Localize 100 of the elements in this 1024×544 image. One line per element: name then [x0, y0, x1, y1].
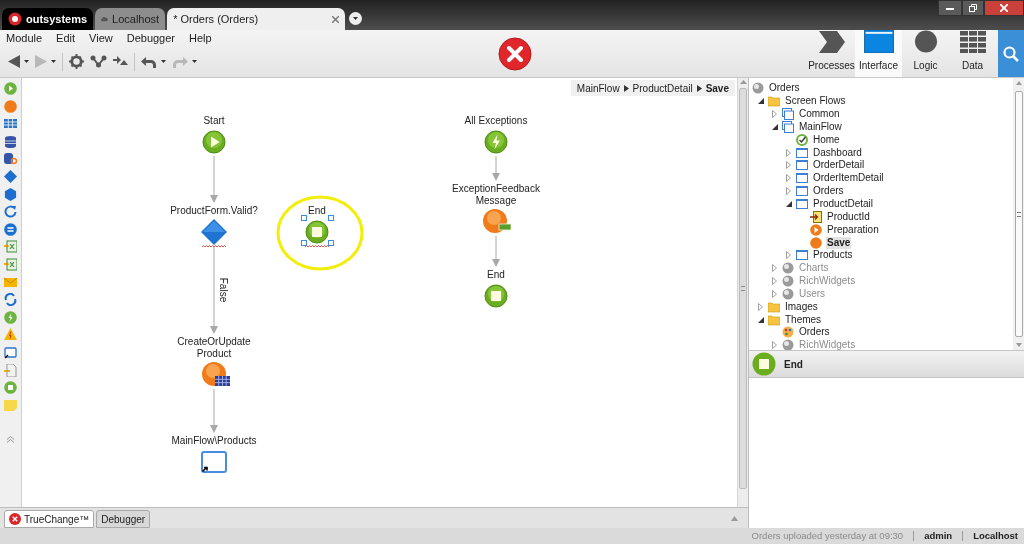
restore-button[interactable]: [962, 0, 984, 16]
collapsed-triangle-icon[interactable]: [758, 302, 763, 311]
window-icon: [796, 172, 808, 185]
window-tab[interactable]: * Orders (Orders): [167, 8, 346, 30]
message-node-icon[interactable]: [483, 209, 515, 235]
window-tab[interactable]: Localhost: [95, 8, 166, 30]
tree-item[interactable]: Orders: [812, 185, 845, 198]
scroll-up-icon[interactable]: [739, 80, 747, 84]
scroll-up-icon[interactable]: [1015, 81, 1022, 85]
breadcrumb-item[interactable]: MainFlow: [576, 80, 620, 96]
tree-item[interactable]: OrderDetail: [812, 159, 866, 172]
hexagon-icon[interactable]: [4, 187, 17, 201]
loop-arrow-icon[interactable]: [4, 205, 17, 219]
screen-destination-icon[interactable]: [201, 451, 227, 473]
envelope-icon[interactable]: [4, 275, 17, 289]
lightning-circle-icon[interactable]: [4, 310, 17, 324]
connector-arrow: [492, 155, 500, 181]
tree-item[interactable]: Dashboard: [812, 146, 863, 159]
tree-item[interactable]: Common: [798, 108, 841, 121]
collapsed-triangle-icon[interactable]: [786, 148, 791, 157]
end-node-icon[interactable]: [484, 284, 508, 308]
window-tab[interactable]: outsystems: [2, 8, 94, 30]
toolbar-button[interactable]: [69, 54, 84, 69]
window-icon: [796, 198, 808, 210]
connector-arrow: [492, 235, 500, 267]
tree-item[interactable]: Orders: [768, 82, 801, 95]
end-node-icon: [752, 352, 776, 376]
stop-circle-icon[interactable]: [4, 381, 17, 395]
layer-tab[interactable]: Processes: [808, 30, 855, 77]
tree-item[interactable]: Themes: [784, 313, 823, 326]
menu-item[interactable]: Help: [189, 29, 212, 47]
toolbar-button[interactable]: [113, 56, 128, 67]
breadcrumb-item[interactable]: Save: [705, 80, 729, 96]
tree-item[interactable]: Orders: [798, 326, 831, 339]
play-circle-icon[interactable]: [4, 82, 17, 95]
warning-icon[interactable]: [4, 328, 17, 342]
error-icon: [9, 513, 21, 525]
action-node-icon[interactable]: [4, 99, 17, 113]
tree-item[interactable]: Screen Flows: [784, 95, 847, 108]
tree-item[interactable]: Products: [812, 249, 854, 262]
table-grid-icon[interactable]: [4, 117, 17, 131]
layer-tab[interactable]: Data: [949, 30, 996, 77]
back-arrow-icon: [8, 55, 20, 68]
toolbar-button[interactable]: [90, 55, 107, 68]
tree-item[interactable]: MainFlow: [798, 120, 843, 133]
status-text: Orders uploaded yesterday at 09:30: [751, 528, 904, 543]
tree-item[interactable]: ProductId: [826, 210, 871, 223]
forward-arrow-icon: [35, 55, 47, 68]
error-icon[interactable]: [498, 36, 532, 71]
exception-node-icon[interactable]: [484, 130, 508, 154]
collapsed-triangle-icon[interactable]: [786, 174, 791, 183]
layer-tab[interactable]: Interface: [855, 30, 902, 77]
menu-item[interactable]: Module: [6, 29, 43, 47]
tree-item[interactable]: Home: [812, 133, 841, 146]
menu-item[interactable]: Edit: [56, 29, 76, 47]
expanded-triangle-icon[interactable]: [758, 98, 764, 105]
breadcrumb-item[interactable]: ProductDetail: [632, 80, 693, 96]
stacked-windows-icon: [782, 108, 794, 121]
end-node-icon[interactable]: [305, 220, 329, 244]
expanded-triangle-icon[interactable]: [772, 123, 778, 130]
close-window-button[interactable]: [984, 0, 1024, 16]
toolbar-button[interactable]: [8, 55, 29, 68]
database-icon[interactable]: [4, 134, 17, 148]
dropdown-circle-icon[interactable]: [349, 12, 363, 25]
tree-item[interactable]: OrderItemDetail: [812, 172, 885, 185]
scroll-down-icon[interactable]: [1015, 343, 1022, 347]
tree-item[interactable]: Images: [784, 300, 819, 313]
collapsed-triangle-icon[interactable]: [772, 110, 777, 119]
tree-item[interactable]: Preparation: [826, 223, 880, 236]
menu-item[interactable]: Debugger: [126, 29, 176, 47]
toolbar-button[interactable]: [141, 55, 166, 68]
diamond-icon[interactable]: [4, 169, 17, 183]
panel-tab[interactable]: Debugger: [96, 510, 151, 528]
collapsed-triangle-icon[interactable]: [786, 187, 791, 196]
search-button[interactable]: [998, 30, 1024, 77]
sync-arrows-icon[interactable]: [4, 293, 17, 307]
server-action-node-icon[interactable]: [202, 362, 232, 388]
menu-item[interactable]: View: [89, 29, 113, 47]
tree-item[interactable]: Save: [826, 236, 852, 249]
screen-link-icon[interactable]: [4, 345, 17, 359]
spreadsheet-icon[interactable]: [4, 257, 17, 271]
expanded-triangle-icon[interactable]: [786, 201, 792, 207]
collapsed-triangle-icon[interactable]: [786, 161, 791, 170]
equals-circle-icon[interactable]: [4, 222, 17, 236]
chevron-arrow-icon: [818, 31, 845, 53]
chevron-up-icon[interactable]: [6, 436, 15, 444]
tree-item[interactable]: ProductDetail: [812, 198, 875, 210]
collapse-up-icon[interactable]: [731, 516, 738, 521]
minimize-button[interactable]: [938, 0, 962, 16]
caret-icon: [51, 60, 56, 63]
window-icon: [796, 185, 808, 198]
start-node-icon[interactable]: [202, 130, 226, 154]
panel-tab[interactable]: TrueChange™: [4, 510, 95, 528]
close-icon[interactable]: [332, 15, 340, 23]
layer-tab[interactable]: Logic: [902, 30, 949, 77]
database-refresh-icon[interactable]: [4, 152, 17, 166]
collapsed-triangle-icon[interactable]: [786, 251, 791, 260]
decision-diamond-icon[interactable]: [201, 219, 227, 245]
expanded-triangle-icon[interactable]: [758, 316, 764, 323]
spreadsheet-icon[interactable]: [4, 240, 17, 254]
